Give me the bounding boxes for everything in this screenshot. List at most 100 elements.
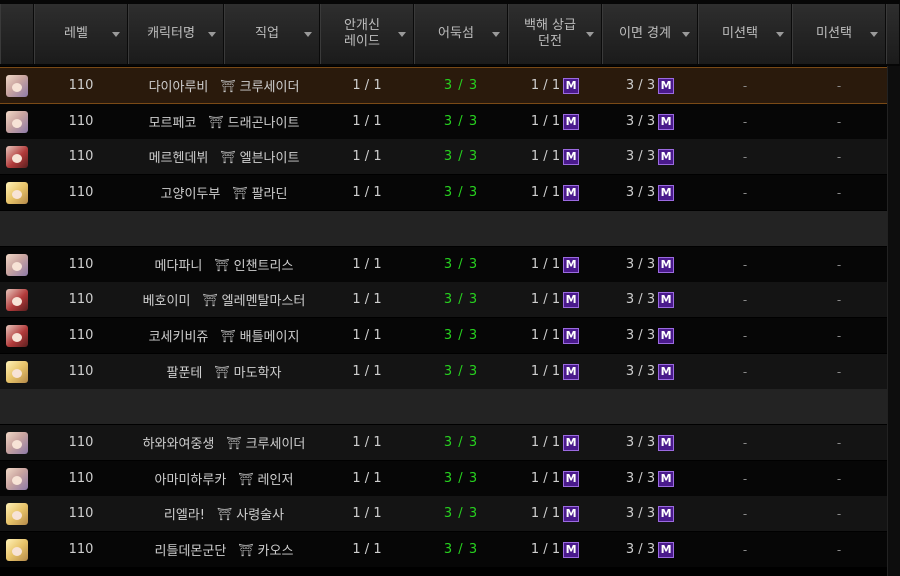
abyss-dungeon-cell: 1 / 1M bbox=[508, 247, 602, 282]
table-row[interactable]: 110 베호이미 ⛩ 엘레멘탈마스터 1 / 13 / 31 / 1M3 / 3M-- bbox=[0, 282, 887, 317]
character-avatar-icon bbox=[6, 253, 28, 276]
mission-badge-icon: M bbox=[658, 434, 675, 451]
character-name: 팔푼테 bbox=[166, 366, 203, 381]
abyss-dungeon-cell: 1 / 1M bbox=[508, 175, 602, 210]
mirror-count: 3 / 3 bbox=[625, 364, 656, 379]
table-row[interactable]: 110 메르헨데뷔 ⛩ 엘븐나이트 1 / 13 / 31 / 1M3 / 3M-- bbox=[0, 139, 887, 174]
table-row[interactable]: 110 메다파니 ⛩ 인챈트리스 1 / 13 / 31 / 1M3 / 3M-- bbox=[0, 247, 887, 282]
character-avatar-icon bbox=[6, 324, 28, 347]
name-job-cell: 팔푼테 ⛩ 마도학자 bbox=[128, 354, 320, 389]
dark-island-count: 3 / 3 bbox=[443, 364, 479, 379]
job-name: 팔라딘 bbox=[251, 187, 288, 202]
mission-1-value: - bbox=[742, 149, 748, 164]
mission-badge-icon: M bbox=[658, 77, 675, 94]
avatar-cell bbox=[0, 532, 34, 567]
level-cell: 110 bbox=[34, 532, 128, 567]
level-cell: 110 bbox=[34, 282, 128, 317]
dark-island-cell: 3 / 3 bbox=[414, 175, 508, 210]
mission-1-cell: - bbox=[698, 532, 792, 567]
raid-cell: 1 / 1 bbox=[320, 496, 414, 531]
raid-count: 1 / 1 bbox=[352, 328, 382, 343]
header-col-name[interactable]: 캐릭터명 bbox=[128, 4, 224, 64]
mission-1-cell: - bbox=[698, 282, 792, 317]
header-col-job[interactable]: 직업 bbox=[224, 4, 320, 64]
mirror-count: 3 / 3 bbox=[625, 542, 656, 557]
mission-2-value: - bbox=[836, 364, 842, 379]
character-avatar-icon bbox=[6, 110, 28, 133]
character-name: 아마미하루카 bbox=[154, 473, 227, 488]
table-row[interactable]: 110 하와와여중생 ⛩ 크루세이더 1 / 13 / 31 / 1M3 / 3M-- bbox=[0, 425, 887, 460]
table-row[interactable]: 110 고양이두부 ⛩ 팔라딘 1 / 13 / 31 / 1M3 / 3M-- bbox=[0, 175, 887, 210]
dark-island-count: 3 / 3 bbox=[443, 185, 479, 200]
vertical-scrollbar[interactable] bbox=[887, 66, 900, 576]
sort-arrow-icon bbox=[398, 32, 406, 37]
level-cell: 110 bbox=[34, 425, 128, 460]
avatar-cell bbox=[0, 461, 34, 496]
mission-1-cell: - bbox=[698, 68, 792, 103]
mission-2-cell: - bbox=[792, 175, 886, 210]
character-avatar-icon bbox=[6, 181, 28, 204]
header-col-mission-2[interactable]: 미션택 bbox=[792, 4, 886, 64]
raid-cell: 1 / 1 bbox=[320, 104, 414, 139]
mission-badge-icon: M bbox=[563, 505, 580, 522]
character-name: 코세키비쥬 bbox=[148, 330, 209, 345]
header-col-abyss-dungeon[interactable]: 백해 상급 던전 bbox=[508, 4, 602, 64]
raid-count: 1 / 1 bbox=[352, 471, 382, 486]
table-row[interactable]: 110 팔푼테 ⛩ 마도학자 1 / 13 / 31 / 1M3 / 3M-- bbox=[0, 354, 887, 389]
mirror-count: 3 / 3 bbox=[625, 257, 656, 272]
mirror-count: 3 / 3 bbox=[625, 185, 656, 200]
mission-1-cell: - bbox=[698, 354, 792, 389]
sort-arrow-icon bbox=[586, 32, 594, 37]
character-name: 메르헨데뷔 bbox=[148, 151, 209, 166]
avatar-cell bbox=[0, 104, 34, 139]
dark-island-count: 3 / 3 bbox=[443, 114, 479, 129]
mission-2-value: - bbox=[836, 435, 842, 450]
mission-1-value: - bbox=[742, 114, 748, 129]
abyss-count: 1 / 1 bbox=[530, 506, 561, 521]
avatar-cell bbox=[0, 425, 34, 460]
table-row[interactable]: 110 코세키비쥬 ⛩ 배틀메이지 1 / 13 / 31 / 1M3 / 3M-- bbox=[0, 318, 887, 353]
mission-2-cell: - bbox=[792, 282, 886, 317]
header-col-mission-1[interactable]: 미션택 bbox=[698, 4, 792, 64]
mirror-boundary-cell: 3 / 3M bbox=[602, 282, 698, 317]
header-col-dark-island[interactable]: 어둑섬 bbox=[414, 4, 508, 64]
avatar-cell bbox=[0, 247, 34, 282]
table-row[interactable]: 110 리엘라! ⛩ 사령술사 1 / 13 / 31 / 1M3 / 3M-- bbox=[0, 496, 887, 531]
mission-2-cell: - bbox=[792, 461, 886, 496]
table-row[interactable]: 110 아마미하루카 ⛩ 레인저 1 / 13 / 31 / 1M3 / 3M-- bbox=[0, 461, 887, 496]
mission-2-cell: - bbox=[792, 68, 886, 103]
name-job-cell: 다이아루비 ⛩ 크루세이더 bbox=[128, 68, 320, 103]
header-col-mirror-boundary[interactable]: 이면 경계 bbox=[602, 4, 698, 64]
level-value: 110 bbox=[68, 257, 94, 272]
table-row[interactable]: 110 리틀데몬군단 ⛩ 카오스 1 / 13 / 31 / 1M3 / 3M-- bbox=[0, 532, 887, 567]
mission-badge-icon: M bbox=[658, 113, 675, 130]
mission-2-cell: - bbox=[792, 139, 886, 174]
group-separator bbox=[0, 389, 887, 424]
abyss-count: 1 / 1 bbox=[530, 471, 561, 486]
mission-2-value: - bbox=[836, 328, 842, 343]
character-name: 모르페코 bbox=[148, 116, 197, 131]
raid-count: 1 / 1 bbox=[352, 506, 382, 521]
abyss-count: 1 / 1 bbox=[530, 149, 561, 164]
mission-1-value: - bbox=[742, 328, 748, 343]
name-job-cell: 고양이두부 ⛩ 팔라딘 bbox=[128, 175, 320, 210]
sort-arrow-icon bbox=[492, 32, 500, 37]
level-cell: 110 bbox=[34, 247, 128, 282]
mirror-boundary-cell: 3 / 3M bbox=[602, 425, 698, 460]
header-col-level[interactable]: 레벨 bbox=[34, 4, 128, 64]
header-col-raid[interactable]: 안개신 레이드 bbox=[320, 4, 414, 64]
character-avatar-icon bbox=[6, 502, 28, 525]
job-class-icon: ⛩ bbox=[220, 328, 236, 343]
name-job-cell: 모르페코 ⛩ 드래곤나이트 bbox=[128, 104, 320, 139]
abyss-dungeon-cell: 1 / 1M bbox=[508, 139, 602, 174]
table-row[interactable]: 110 다이아루비 ⛩ 크루세이더 1 / 13 / 31 / 1M3 / 3M-- bbox=[0, 67, 888, 104]
mirror-boundary-cell: 3 / 3M bbox=[602, 461, 698, 496]
mission-badge-icon: M bbox=[658, 363, 675, 380]
mission-2-cell: - bbox=[792, 425, 886, 460]
mission-badge-icon: M bbox=[658, 327, 675, 344]
character-name: 고양이두부 bbox=[160, 187, 221, 202]
avatar-cell bbox=[0, 68, 34, 103]
raid-cell: 1 / 1 bbox=[320, 282, 414, 317]
table-row[interactable]: 110 모르페코 ⛩ 드래곤나이트 1 / 13 / 31 / 1M3 / 3M-- bbox=[0, 104, 887, 139]
dark-island-count: 3 / 3 bbox=[443, 435, 479, 450]
